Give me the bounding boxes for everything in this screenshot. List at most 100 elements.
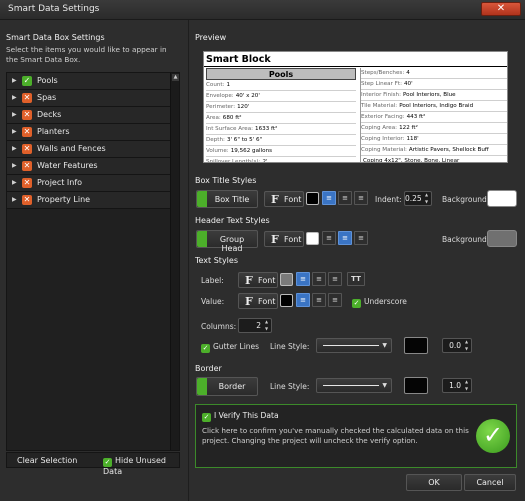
header-color-swatch[interactable] — [306, 232, 319, 245]
group-head-button[interactable]: Group Head — [196, 230, 258, 253]
expand-arrow-icon[interactable]: ▶ — [12, 111, 17, 118]
cross-icon[interactable]: ✕ — [22, 195, 32, 205]
spin-arrows-icon[interactable]: ▲ ▼ — [263, 319, 270, 332]
align-left-icon[interactable]: ≡ — [296, 272, 310, 286]
hide-unused-label: Hide Unused Data — [103, 456, 166, 476]
text-case-button[interactable]: TT — [347, 272, 365, 286]
expand-arrow-icon[interactable]: ▶ — [12, 94, 17, 101]
font-icon: F — [245, 274, 253, 287]
check-icon: ✓ — [201, 344, 210, 353]
align-left-icon[interactable]: ≡ — [322, 191, 336, 205]
gutter-width-input[interactable]: 0.0 ▲ ▼ — [442, 338, 472, 353]
border-button[interactable]: Border — [196, 377, 258, 396]
border-line-style-dropdown[interactable]: ▼ — [316, 378, 392, 393]
chevron-down-icon: ▼ — [382, 342, 387, 349]
align-right-icon[interactable]: ≡ — [328, 293, 342, 307]
align-left-icon[interactable]: ≡ — [322, 231, 336, 245]
expand-arrow-icon[interactable]: ▶ — [12, 77, 17, 84]
box-title-styles-label: Box Title Styles — [195, 176, 257, 185]
preview-row-value: 122 ft² — [399, 125, 418, 131]
box-title-color-swatch[interactable] — [306, 192, 319, 205]
expand-arrow-icon[interactable]: ▶ — [12, 179, 17, 186]
align-right-icon[interactable]: ≡ — [328, 272, 342, 286]
columns-input[interactable]: 2 ▲ ▼ — [238, 318, 272, 333]
value-color-swatch[interactable] — [280, 294, 293, 307]
cross-icon[interactable]: ✕ — [22, 93, 32, 103]
border-width-input[interactable]: 1.0 ▲ ▼ — [442, 378, 472, 393]
box-title-font-button[interactable]: F Font — [264, 191, 304, 207]
tree-item[interactable]: ▶ ✕ Project Info — [7, 175, 171, 192]
tree-item[interactable]: ▶ ✕ Spas — [7, 90, 171, 107]
preview-row-label: Coping Material: — [361, 147, 407, 153]
cross-icon[interactable]: ✕ — [22, 144, 32, 154]
ok-button[interactable]: OK — [406, 474, 462, 491]
border-line-style-label: Line Style: — [270, 382, 310, 391]
box-title-background-swatch[interactable] — [487, 190, 517, 207]
preview-row-value: Coping 4x12", Stone, Bone, Linear — [363, 158, 460, 163]
cancel-button[interactable]: Cancel — [464, 474, 516, 491]
value-font-button[interactable]: F Font — [238, 293, 278, 309]
expand-arrow-icon[interactable]: ▶ — [12, 128, 17, 135]
tree-item[interactable]: ▶ ✕ Decks — [7, 107, 171, 124]
tree-item-label: Walls and Fences — [37, 144, 106, 153]
tree-item[interactable]: ▶ ✓ Pools — [7, 73, 171, 90]
check-icon: ✓ — [352, 299, 361, 308]
preview-row-label: Step Linear Ft: — [361, 81, 402, 87]
align-left-icon[interactable]: ≡ — [296, 293, 310, 307]
header-background-swatch[interactable] — [487, 230, 517, 247]
align-center-icon[interactable]: ≡ — [338, 231, 352, 245]
settings-hint: Select the items you would like to appea… — [6, 45, 167, 64]
cross-icon[interactable]: ✕ — [22, 127, 32, 137]
preview-row-value: 1633 ft² — [255, 126, 278, 132]
cross-icon[interactable]: ✕ — [22, 161, 32, 171]
preview-row-label: Depth: — [206, 137, 225, 143]
underscore-checkbox[interactable]: ✓ Underscore — [352, 297, 407, 308]
label-row-label: Label: — [201, 276, 224, 285]
clear-selection-button[interactable]: Clear Selection — [17, 456, 77, 465]
verify-checkbox[interactable]: ✓ I Verify This Data — [202, 411, 279, 422]
tree-item-label: Planters — [37, 127, 70, 136]
align-right-icon[interactable]: ≡ — [354, 191, 368, 205]
spin-arrows-icon[interactable]: ▲ ▼ — [423, 192, 430, 205]
preview-row-label: Count: — [206, 82, 225, 88]
spin-arrows-icon[interactable]: ▲ ▼ — [463, 379, 470, 392]
tree-item[interactable]: ▶ ✕ Property Line — [7, 192, 171, 209]
gutter-lines-checkbox[interactable]: ✓ Gutter Lines — [201, 342, 259, 353]
preview-row-value: 40' — [403, 81, 413, 87]
box-title-button[interactable]: Box Title — [196, 190, 258, 208]
preview-row: Int Surface Area: 1633 ft² — [206, 124, 356, 135]
expand-arrow-icon[interactable]: ▶ — [12, 145, 17, 152]
tree-item-label: Decks — [37, 110, 62, 119]
tree-item[interactable]: ▶ ✕ Planters — [7, 124, 171, 141]
cross-icon[interactable]: ✕ — [22, 110, 32, 120]
close-button[interactable]: ✕ — [481, 2, 521, 16]
header-font-button[interactable]: F Font — [264, 231, 304, 247]
check-icon: ✓ — [103, 458, 112, 467]
verified-check-icon[interactable]: ✓ — [476, 419, 510, 453]
gutter-color-swatch[interactable] — [404, 337, 428, 354]
cross-icon[interactable]: ✕ — [22, 178, 32, 188]
align-center-icon[interactable]: ≡ — [312, 293, 326, 307]
tree-item[interactable]: ▶ ✕ Walls and Fences — [7, 141, 171, 158]
tree-item-label: Water Features — [37, 161, 98, 170]
preview-row-value: 120' — [237, 104, 250, 110]
indent-input[interactable]: 0.25 ▲ ▼ — [404, 191, 432, 206]
label-font-button[interactable]: F Font — [238, 272, 278, 288]
check-icon[interactable]: ✓ — [22, 76, 32, 86]
hide-unused-checkbox[interactable]: ✓ Hide Unused Data — [103, 456, 179, 476]
align-center-icon[interactable]: ≡ — [338, 191, 352, 205]
align-center-icon[interactable]: ≡ — [312, 272, 326, 286]
label-color-swatch[interactable] — [280, 273, 293, 286]
border-color-swatch[interactable] — [404, 377, 428, 394]
tree-scrollbar[interactable]: ▲ — [170, 73, 179, 450]
verify-panel[interactable]: ✓ I Verify This Data Click here to confir… — [195, 404, 517, 468]
box-title-background-label: Background: — [442, 195, 490, 204]
tree-item[interactable]: ▶ ✕ Water Features — [7, 158, 171, 175]
expand-arrow-icon[interactable]: ▶ — [12, 162, 17, 169]
align-right-icon[interactable]: ≡ — [354, 231, 368, 245]
preview-row: Depth: 3' 6" to 5' 6" — [206, 135, 356, 146]
gutter-line-style-dropdown[interactable]: ▼ — [316, 338, 392, 353]
expand-arrow-icon[interactable]: ▶ — [12, 196, 17, 203]
scroll-up-icon[interactable]: ▲ — [172, 74, 179, 81]
spin-arrows-icon[interactable]: ▲ ▼ — [463, 339, 470, 352]
